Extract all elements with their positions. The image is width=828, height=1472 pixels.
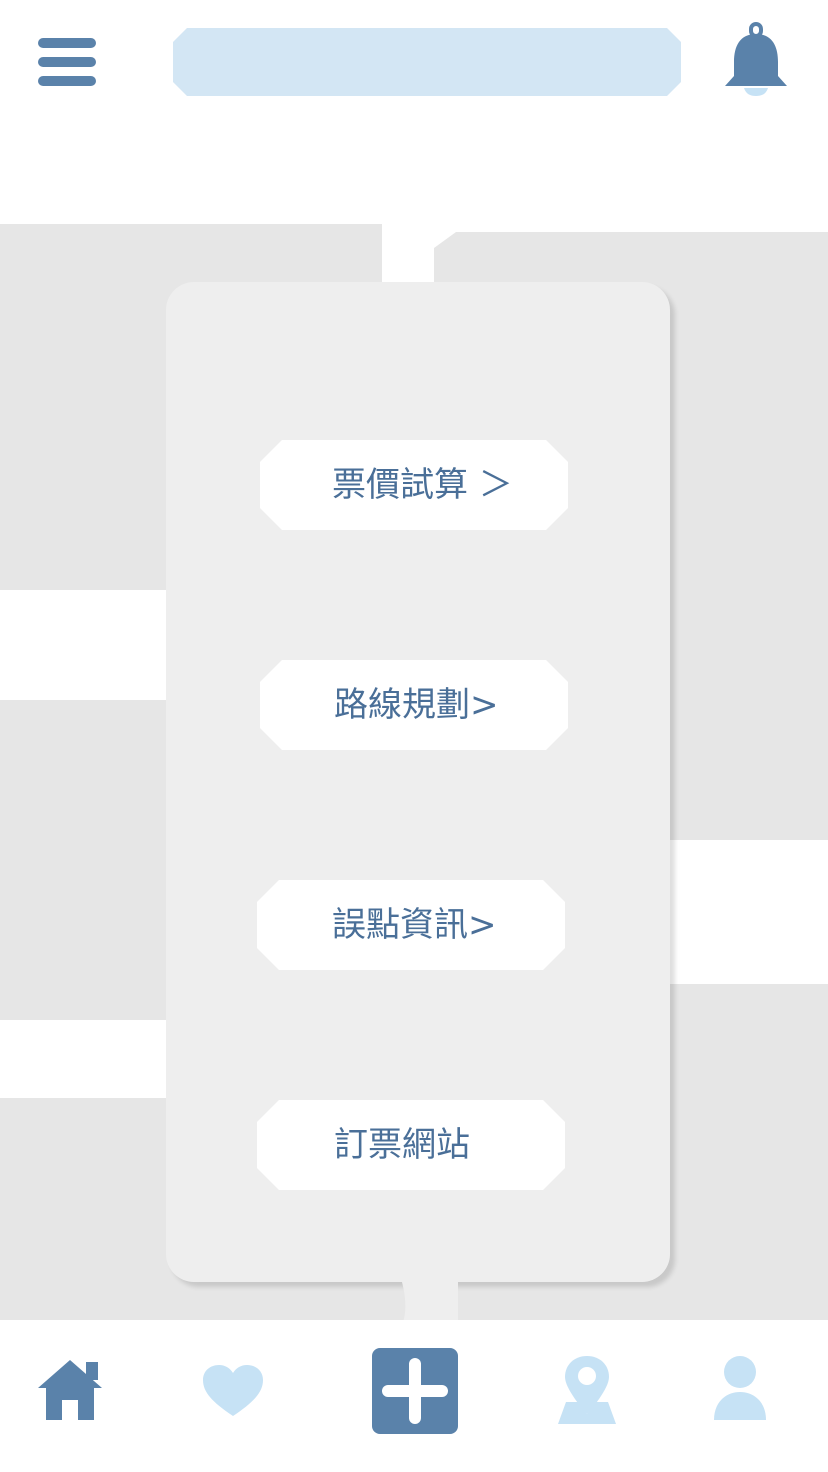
booking-website-label: 訂票網站 bbox=[334, 1125, 470, 1165]
menu-bar bbox=[38, 57, 96, 67]
menu-bar bbox=[38, 76, 96, 86]
map-pin-icon[interactable] bbox=[556, 1354, 618, 1426]
plus-icon[interactable] bbox=[372, 1348, 458, 1434]
fare-calculator-label: 票價試算 ＞ bbox=[332, 465, 513, 505]
delay-info-button[interactable]: 誤點資訊> bbox=[257, 880, 565, 970]
map-block bbox=[670, 984, 828, 1320]
home-icon[interactable] bbox=[36, 1358, 104, 1422]
user-icon[interactable] bbox=[712, 1354, 768, 1422]
booking-website-button[interactable]: 訂票網站 bbox=[257, 1100, 565, 1190]
bell-icon[interactable] bbox=[722, 22, 790, 98]
route-planning-label: 路線規劃> bbox=[334, 685, 499, 725]
route-planning-button[interactable]: 路線規劃> bbox=[260, 660, 568, 750]
hamburger-menu-icon[interactable] bbox=[38, 38, 96, 88]
delay-info-label: 誤點資訊> bbox=[332, 905, 497, 945]
fare-calculator-button[interactable]: 票價試算 ＞ bbox=[260, 440, 568, 530]
heart-icon[interactable] bbox=[202, 1364, 264, 1418]
bottom-navigation bbox=[0, 1320, 828, 1472]
search-input[interactable] bbox=[173, 28, 681, 96]
menu-bar bbox=[38, 38, 96, 48]
map-block bbox=[0, 700, 166, 1020]
